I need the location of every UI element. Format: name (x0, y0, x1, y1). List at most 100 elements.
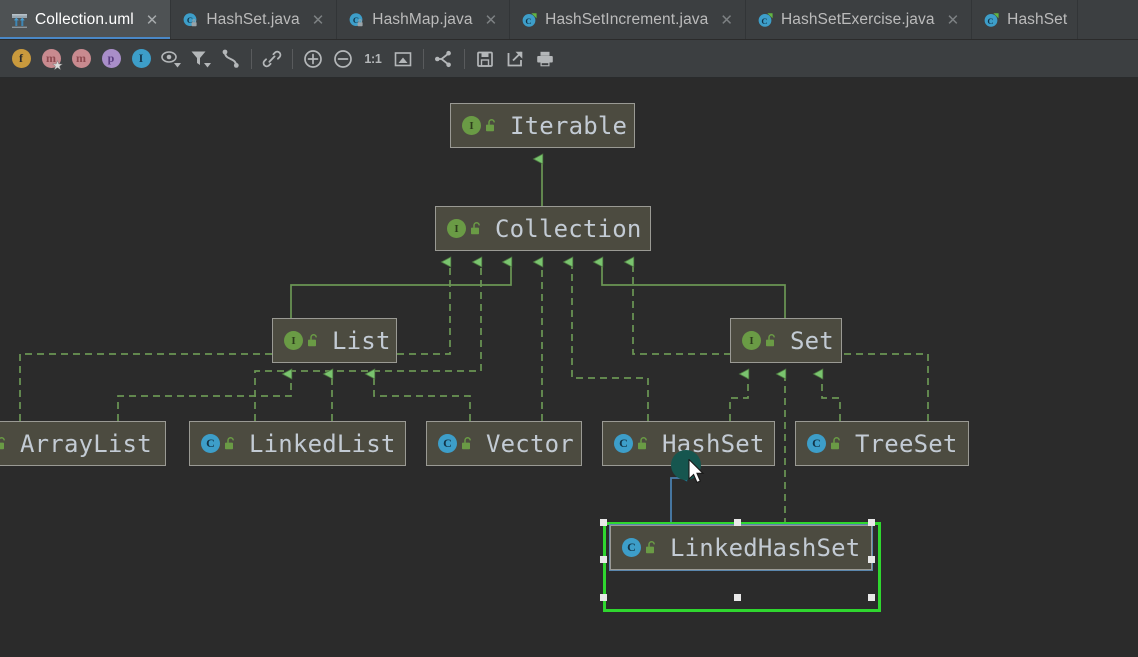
actual-size-button[interactable]: 1:1 (358, 44, 388, 74)
resize-handle-sw[interactable] (600, 594, 607, 601)
resize-handle-n[interactable] (734, 519, 741, 526)
editor-tab-bar: Collection.uml ✕ C HashSet.java ✕ C Hash… (0, 0, 1138, 40)
node-label: HashSet (662, 429, 765, 458)
layout-hierarchy-icon (435, 50, 451, 67)
public-unlock-icon (308, 334, 317, 347)
method-badge-icon: m (71, 49, 91, 68)
close-icon[interactable]: ✕ (945, 13, 962, 28)
tab-hashsetincrement-java[interactable]: C HashSetIncrement.java ✕ (510, 0, 746, 39)
uml-node-iterable[interactable]: I Iterable (450, 103, 635, 148)
filter-dropdown[interactable] (186, 44, 216, 74)
show-inner-classes-toggle[interactable]: I (126, 44, 156, 74)
show-constructors-toggle[interactable]: m (36, 44, 66, 74)
close-icon[interactable]: ✕ (144, 13, 161, 28)
node-label: Vector (486, 429, 574, 458)
save-diagram-button[interactable] (470, 44, 500, 74)
tab-hashmap-java[interactable]: C HashMap.java ✕ (337, 0, 511, 39)
node-label: List (332, 326, 391, 355)
close-icon[interactable]: ✕ (483, 13, 500, 28)
resize-handle-w[interactable] (600, 556, 607, 563)
node-icons: I (462, 116, 498, 135)
uml-node-linkedhashset[interactable]: C LinkedHashSet (610, 525, 872, 570)
tab-label: HashMap.java (372, 11, 473, 28)
interface-icon: I (447, 219, 466, 238)
inner-class-badge-icon: I (131, 49, 151, 68)
uml-edge-layer (19, 78, 929, 525)
tab-label: HashSet.java (206, 11, 300, 28)
resize-handle-s[interactable] (734, 594, 741, 601)
uml-node-arraylist[interactable]: C ArrayList (0, 421, 166, 466)
uml-node-list[interactable]: I List (272, 318, 397, 363)
chain-link-icon (262, 50, 282, 67)
interface-icon: I (742, 331, 761, 350)
export-arrow-icon (507, 51, 523, 66)
node-icons: C (201, 434, 237, 453)
show-dependencies-toggle[interactable] (257, 44, 287, 74)
node-label: Set (790, 326, 834, 355)
class-icon: C (614, 434, 633, 453)
show-methods-toggle[interactable]: m (66, 44, 96, 74)
java-class-icon: C (182, 12, 199, 29)
node-icons: I (284, 331, 320, 350)
java-class-runnable-icon: C (521, 12, 538, 29)
star-overlay-icon (52, 59, 63, 70)
print-button[interactable] (530, 44, 560, 74)
apply-layout-button[interactable] (429, 44, 459, 74)
public-unlock-icon (831, 437, 840, 450)
uml-node-collection[interactable]: I Collection (435, 206, 651, 251)
tab-hashset-clipped[interactable]: C HashSet (972, 0, 1079, 39)
zoom-out-button[interactable] (328, 44, 358, 74)
resize-handle-se[interactable] (868, 594, 875, 601)
public-unlock-icon (471, 222, 480, 235)
show-properties-toggle[interactable]: p (96, 44, 126, 74)
tab-label: Collection.uml (35, 11, 134, 28)
export-button[interactable] (500, 44, 530, 74)
toolbar-separator (251, 48, 252, 69)
resize-handle-ne[interactable] (868, 519, 875, 526)
uml-node-linkedlist[interactable]: C LinkedList (189, 421, 406, 466)
uml-node-treeset[interactable]: C TreeSet (795, 421, 969, 466)
node-label: ArrayList (20, 429, 152, 458)
node-label: LinkedHashSet (670, 533, 861, 562)
fit-content-button[interactable] (388, 44, 418, 74)
java-class-icon: C (348, 12, 365, 29)
public-unlock-icon (766, 334, 775, 347)
uml-node-set[interactable]: I Set (730, 318, 842, 363)
edge-linkedhashset-extends-hashset[interactable] (670, 476, 686, 525)
node-icons: I (447, 219, 483, 238)
edge-hashset-implements-set (729, 374, 748, 421)
node-icons: C (438, 434, 474, 453)
close-icon[interactable]: ✕ (310, 13, 327, 28)
class-icon: C (807, 434, 826, 453)
show-fields-toggle[interactable]: f (6, 44, 36, 74)
tab-hashset-java[interactable]: C HashSet.java ✕ (171, 0, 338, 39)
zoom-out-icon (334, 49, 352, 68)
svg-text:C: C (761, 16, 767, 26)
tab-label: HashSetExercise.java (780, 11, 935, 28)
toolbar-separator (464, 48, 465, 69)
tab-hashsetexercise-java[interactable]: C HashSetExercise.java ✕ (746, 0, 973, 39)
edge-creation-mode[interactable] (216, 44, 246, 74)
uml-node-vector[interactable]: C Vector (426, 421, 582, 466)
zoom-in-icon (304, 49, 322, 68)
close-icon[interactable]: ✕ (718, 13, 735, 28)
tab-collection-uml[interactable]: Collection.uml ✕ (0, 0, 172, 39)
uml-node-hashset[interactable]: C HashSet (602, 421, 775, 466)
public-unlock-icon (462, 437, 471, 450)
visibility-level-dropdown[interactable] (156, 44, 186, 74)
public-unlock-icon (646, 541, 655, 554)
resize-handle-e[interactable] (868, 556, 875, 563)
resize-handle-nw[interactable] (600, 519, 607, 526)
class-icon: C (438, 434, 457, 453)
uml-diagram-toolbar: f m m p I 1:1 (0, 40, 1138, 78)
toolbar-separator (423, 48, 424, 69)
filter-icon (191, 51, 211, 67)
edge-treeset-implements-set (822, 374, 841, 421)
actual-size-label: 1:1 (364, 51, 382, 66)
svg-text:C: C (987, 16, 993, 26)
save-floppy-icon (477, 51, 493, 67)
zoom-in-button[interactable] (298, 44, 328, 74)
public-unlock-icon (0, 437, 5, 450)
eye-icon (161, 50, 181, 67)
uml-diagram-canvas[interactable]: I Iterable I Collection I List I Set Arr… (0, 78, 1138, 657)
